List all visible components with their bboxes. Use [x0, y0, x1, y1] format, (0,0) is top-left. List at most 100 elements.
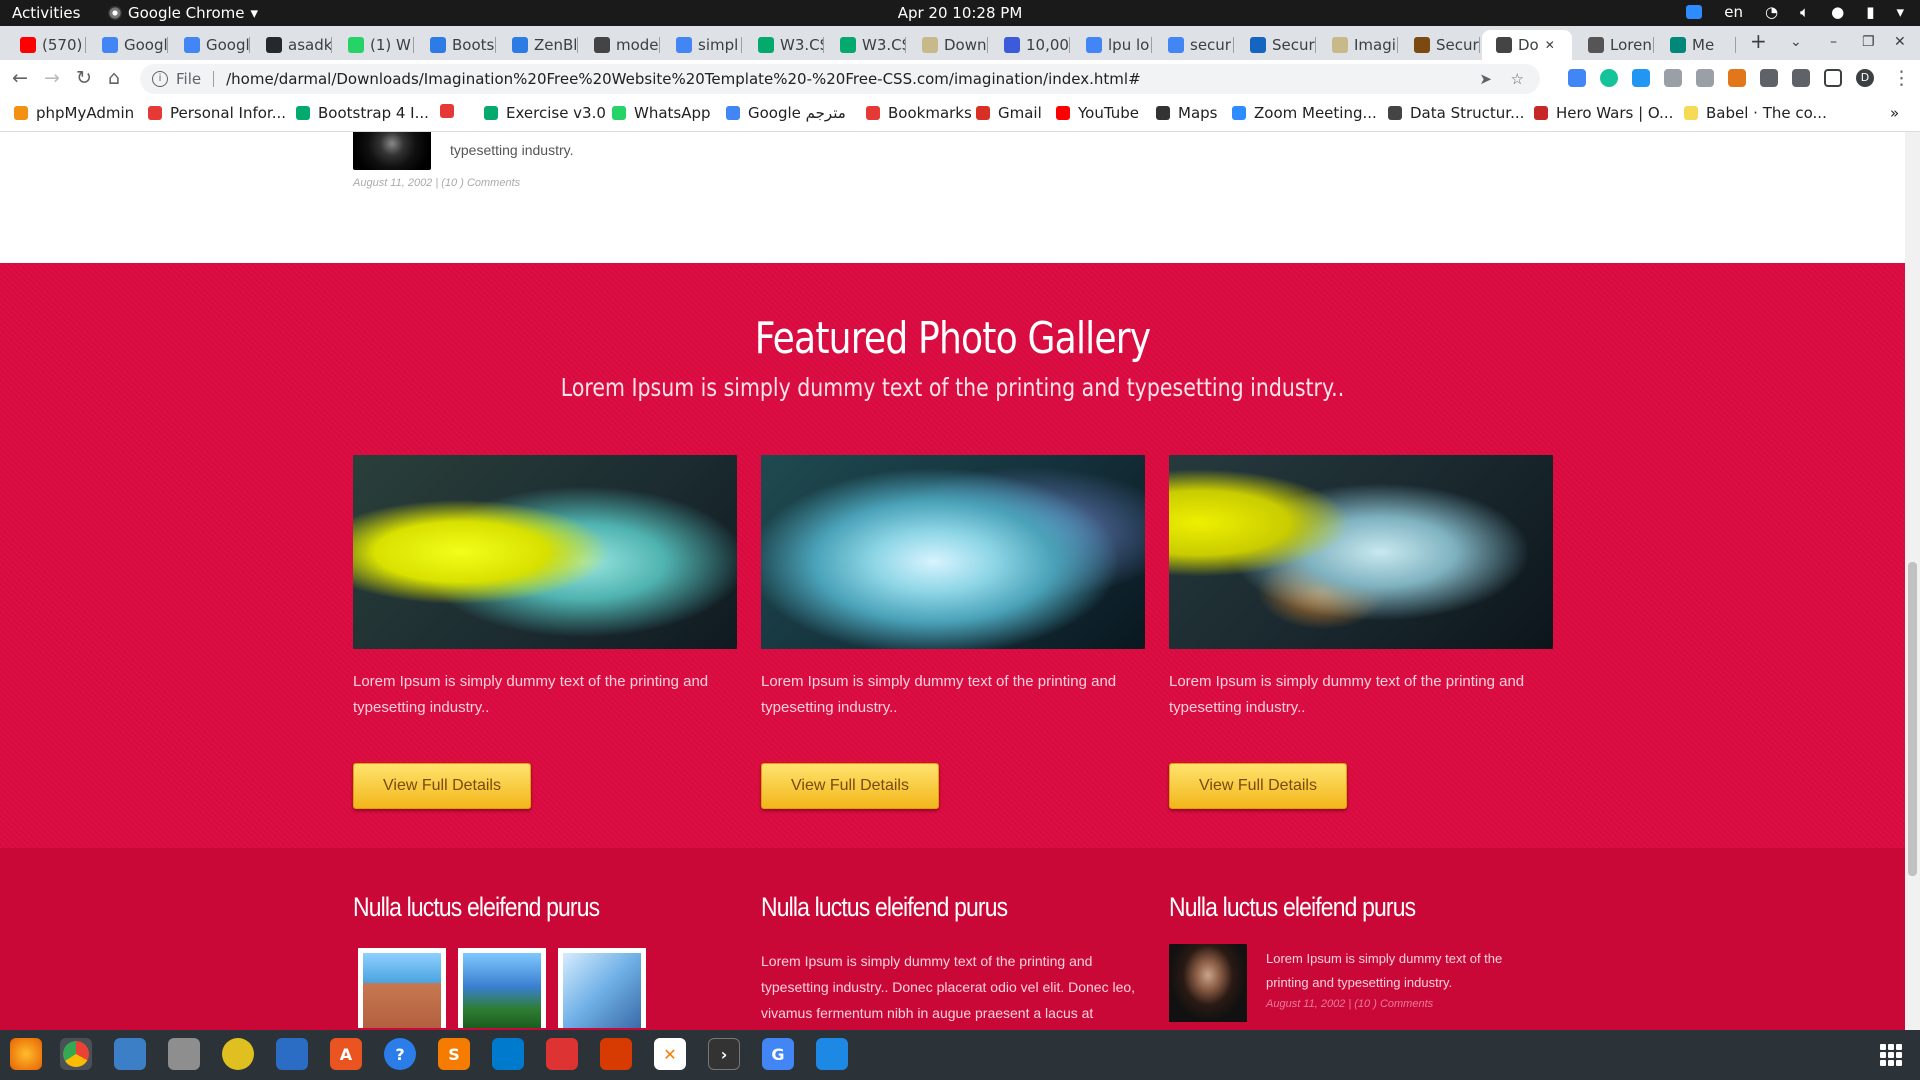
browser-tab[interactable]: Loren — [1574, 30, 1654, 60]
building-thumbnail[interactable] — [458, 948, 546, 1028]
language-indicator[interactable]: en — [1724, 3, 1743, 21]
extension-f-icon[interactable] — [1632, 69, 1650, 87]
gallery-image-cable-connector[interactable] — [1169, 455, 1553, 649]
extension-v-icon[interactable] — [1696, 69, 1714, 87]
microphone-icon[interactable]: ● — [1831, 3, 1844, 21]
address-bar[interactable]: i File /home/darmal/Downloads/Imaginatio… — [140, 64, 1540, 94]
page-scrollbar[interactable] — [1905, 132, 1920, 1030]
screenshot-icon[interactable] — [816, 1038, 848, 1070]
sublime-icon[interactable]: S — [438, 1038, 470, 1070]
browser-tab[interactable]: mode — [580, 30, 660, 60]
bookmark-item[interactable]: YouTube — [1056, 104, 1139, 122]
bookmark-item[interactable]: Bootstrap 4 I... — [296, 104, 429, 122]
browser-tab[interactable]: Googl — [88, 30, 168, 60]
battery-icon[interactable]: ▮ — [1866, 3, 1874, 21]
browser-tab[interactable]: lpu lo — [1072, 30, 1152, 60]
reload-icon[interactable]: ↻ — [76, 67, 92, 89]
metamask-icon[interactable] — [1728, 69, 1746, 87]
terminal-icon[interactable]: › — [708, 1038, 740, 1070]
volume-icon[interactable]: 🔈︎ — [1800, 3, 1809, 21]
browser-tab[interactable]: Secur — [1400, 30, 1480, 60]
bookmark-item[interactable]: Zoom Meeting... — [1232, 104, 1377, 122]
home-icon[interactable]: ⌂ — [108, 67, 120, 89]
bookmark-item[interactable]: Data Structur... — [1388, 104, 1524, 122]
post-meta[interactable]: August 11, 2002 | (10 ) Comments — [1266, 998, 1433, 1010]
restore-icon[interactable]: ❐ — [1862, 34, 1875, 50]
bookmark-item[interactable]: Gmail — [976, 104, 1042, 122]
vscode-icon[interactable] — [492, 1038, 524, 1070]
browser-tab[interactable]: Imagi — [1318, 30, 1398, 60]
bookmark-item[interactable]: Hero Wars | O... — [1534, 104, 1673, 122]
bookmark-item[interactable] — [440, 104, 454, 118]
browser-tab[interactable]: asadk — [252, 30, 332, 60]
google-translate-app-icon[interactable]: G — [762, 1038, 794, 1070]
close-tab-icon[interactable]: ✕ — [1545, 38, 1555, 52]
system-tray[interactable]: en ◔ 🔈︎ ● ▮ ▾ — [1686, 3, 1904, 21]
grammarly-icon[interactable] — [1600, 69, 1618, 87]
chrome-menu-icon[interactable]: ⋮ — [1892, 67, 1911, 89]
browser-tab[interactable]: secur — [1154, 30, 1234, 60]
bookmark-item[interactable]: Bookmarks — [866, 104, 972, 122]
wifi-icon[interactable]: ◔ — [1765, 3, 1778, 21]
browser-tab[interactable]: ZenBl — [498, 30, 578, 60]
browser-tab[interactable]: Secur — [1236, 30, 1316, 60]
browser-tab[interactable]: 10,00 — [990, 30, 1070, 60]
back-icon[interactable]: ← — [12, 67, 28, 89]
browser-tab[interactable]: Googl — [170, 30, 250, 60]
software-center-icon[interactable]: A — [330, 1038, 362, 1070]
help-icon[interactable]: ? — [384, 1038, 416, 1070]
chrome-icon[interactable] — [60, 1038, 92, 1070]
bookmark-item[interactable]: Personal Infor... — [148, 104, 286, 122]
translate-extension-icon[interactable] — [1568, 69, 1586, 87]
firefox-icon[interactable] — [10, 1038, 42, 1070]
bookmark-item[interactable]: Exercise v3.0 — [484, 104, 606, 122]
show-applications-icon[interactable] — [1880, 1044, 1902, 1066]
clock[interactable]: Apr 20 10:28 PM — [0, 4, 1920, 22]
close-window-icon[interactable]: ✕ — [1894, 34, 1906, 50]
profile-avatar[interactable]: D — [1856, 69, 1874, 87]
browser-tab[interactable]: Do ✕ — [1482, 30, 1572, 60]
bookmark-item[interactable]: WhatsApp — [612, 104, 711, 122]
document-viewer-icon[interactable] — [546, 1038, 578, 1070]
power-menu-icon[interactable]: ▾ — [1896, 3, 1904, 21]
bookmark-item[interactable]: phpMyAdmin — [14, 104, 134, 122]
extensions-puzzle-icon[interactable] — [1792, 69, 1810, 87]
browser-tab[interactable]: Me — [1656, 30, 1736, 60]
browser-tab[interactable]: (570) — [6, 30, 86, 60]
post-meta[interactable]: August 11, 2002 | (10 ) Comments — [353, 177, 520, 189]
url-text[interactable]: /home/darmal/Downloads/Imagination%20Fre… — [226, 70, 1141, 88]
gallery-image-cable-yellow[interactable] — [353, 455, 737, 649]
office-icon[interactable] — [600, 1038, 632, 1070]
scrollbar-thumb[interactable] — [1908, 562, 1917, 876]
browser-tab[interactable]: (1) W — [334, 30, 414, 60]
writer-icon[interactable] — [276, 1038, 308, 1070]
building-thumbnail[interactable] — [558, 948, 646, 1028]
send-icon[interactable]: ➤ — [1479, 70, 1492, 88]
bookmark-item[interactable]: Google مترجم — [726, 104, 846, 122]
browser-tab[interactable]: W3.CS — [744, 30, 824, 60]
browser-tab[interactable]: Boots — [416, 30, 496, 60]
view-full-details-button[interactable]: View Full Details — [1169, 763, 1347, 809]
side-panel-icon[interactable] — [1824, 69, 1842, 87]
browser-tab[interactable]: Down — [908, 30, 988, 60]
info-icon[interactable]: i — [152, 71, 168, 87]
zoom-tray-icon[interactable] — [1686, 5, 1703, 19]
thunderbird-icon[interactable] — [114, 1038, 146, 1070]
post-thumbnail[interactable] — [353, 132, 431, 170]
rhythmbox-icon[interactable] — [222, 1038, 254, 1070]
bookmark-item[interactable]: Babel · The co... — [1684, 104, 1827, 122]
view-full-details-button[interactable]: View Full Details — [761, 763, 939, 809]
minimize-icon[interactable]: – — [1830, 34, 1837, 50]
browser-tab[interactable]: W3.CS — [826, 30, 906, 60]
bookmark-star-icon[interactable]: ☆ — [1511, 70, 1524, 88]
xampp-icon[interactable]: ✕ — [654, 1038, 686, 1070]
forward-icon[interactable]: → — [44, 67, 60, 89]
bookmark-item[interactable]: Maps — [1156, 104, 1217, 122]
author-avatar[interactable] — [1169, 944, 1247, 1022]
extension-robot-icon[interactable] — [1760, 69, 1778, 87]
browser-tab[interactable]: simpl — [662, 30, 742, 60]
files-icon[interactable] — [168, 1038, 200, 1070]
gallery-image-cable-clear[interactable] — [761, 455, 1145, 649]
more-bookmarks-icon[interactable]: » — [1890, 104, 1899, 122]
building-thumbnail[interactable] — [358, 948, 446, 1028]
